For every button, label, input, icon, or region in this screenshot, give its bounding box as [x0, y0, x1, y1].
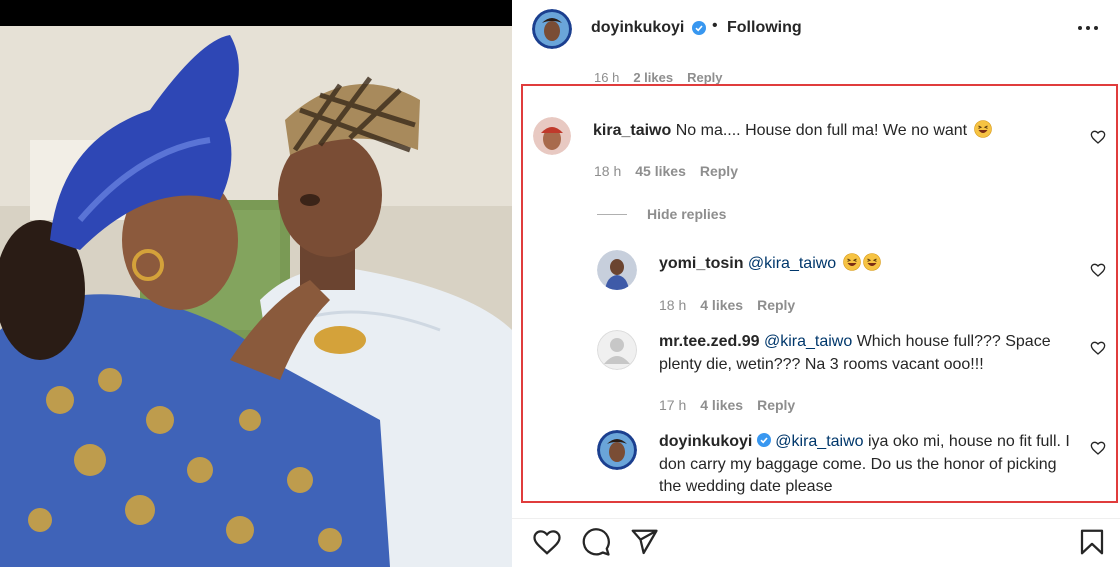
reply-username[interactable]: mr.tee.zed.99 — [659, 333, 760, 350]
reply-username[interactable]: doyinkukoyi — [659, 433, 752, 450]
reply-username[interactable]: yomi_tosin — [659, 255, 743, 272]
reply-heart-icon[interactable] — [1090, 262, 1106, 278]
comment-meta: 18 h 45 likes Reply — [594, 163, 738, 179]
reply-mention[interactable]: @kira_taiwo — [748, 255, 836, 272]
verified-badge-icon — [692, 21, 706, 35]
reply-meta: 17 h 4 likes Reply — [659, 397, 795, 413]
reply-avatar[interactable] — [597, 430, 637, 470]
more-options-icon[interactable] — [1078, 20, 1100, 36]
comment-heart-icon[interactable] — [1090, 129, 1106, 145]
reply-mention[interactable]: @kira_taiwo — [775, 433, 863, 450]
reply-reply-button[interactable]: Reply — [757, 297, 795, 313]
commenter-avatar[interactable] — [533, 117, 571, 155]
couple-photo-illustration — [0, 26, 512, 567]
reply-reply-button[interactable]: Reply — [757, 397, 795, 413]
comment-text: kira_taiwo No ma.... House don full ma! … — [593, 120, 1063, 143]
hide-replies-button[interactable]: Hide replies — [597, 206, 726, 222]
comment-icon[interactable] — [581, 527, 611, 557]
reply-text: doyinkukoyi @kira_taiwo iya oko mi, hous… — [659, 431, 1079, 499]
comment-reply-button[interactable]: Reply — [687, 70, 722, 85]
comment-likes[interactable]: 2 likes — [633, 70, 673, 85]
header-separator: • — [712, 17, 718, 34]
hide-replies-line — [597, 213, 627, 215]
comment-body: No ma.... House don full ma! We no want — [675, 122, 968, 139]
reply-likes[interactable]: 4 likes — [700, 297, 743, 313]
share-icon[interactable] — [629, 527, 659, 557]
grinning-squinting-face-icon — [973, 120, 992, 138]
reply-avatar[interactable] — [597, 250, 637, 290]
post-photo — [0, 0, 512, 567]
comment-time: 16 h — [594, 70, 620, 85]
comment-likes[interactable]: 45 likes — [635, 163, 686, 179]
reply-text: mr.tee.zed.99 @kira_taiwo Which house fu… — [659, 331, 1079, 376]
comment-username[interactable]: kira_taiwo — [593, 122, 671, 139]
reply-time: 18 h — [659, 297, 687, 313]
hide-replies-label[interactable]: Hide replies — [647, 206, 726, 222]
bookmark-icon[interactable] — [1077, 527, 1107, 557]
following-button[interactable]: Following — [727, 19, 802, 37]
reply-avatar-default[interactable] — [597, 330, 637, 370]
previous-comment-meta: 16 h 2 likes Reply — [594, 70, 722, 85]
reply-text: yomi_tosin @kira_taiwo — [659, 253, 1079, 276]
reply-heart-icon[interactable] — [1090, 440, 1106, 456]
reply-time: 17 h — [659, 397, 687, 413]
grinning-squinting-face-icon — [862, 253, 881, 271]
comment-time: 18 h — [594, 163, 622, 179]
reply-meta: 18 h 4 likes Reply — [659, 297, 795, 313]
reply-heart-icon[interactable] — [1090, 340, 1106, 356]
photo-top-bar — [0, 0, 512, 26]
post-action-bar — [512, 518, 1120, 563]
comment-reply-button[interactable]: Reply — [700, 163, 738, 179]
author-username[interactable]: doyinkukoyi — [591, 19, 684, 37]
reply-mention[interactable]: @kira_taiwo — [764, 333, 852, 350]
grinning-squinting-face-icon — [842, 253, 861, 271]
heart-icon[interactable] — [532, 527, 562, 557]
author-avatar[interactable] — [532, 9, 572, 49]
reply-likes[interactable]: 4 likes — [700, 397, 743, 413]
verified-badge-icon — [756, 433, 771, 447]
